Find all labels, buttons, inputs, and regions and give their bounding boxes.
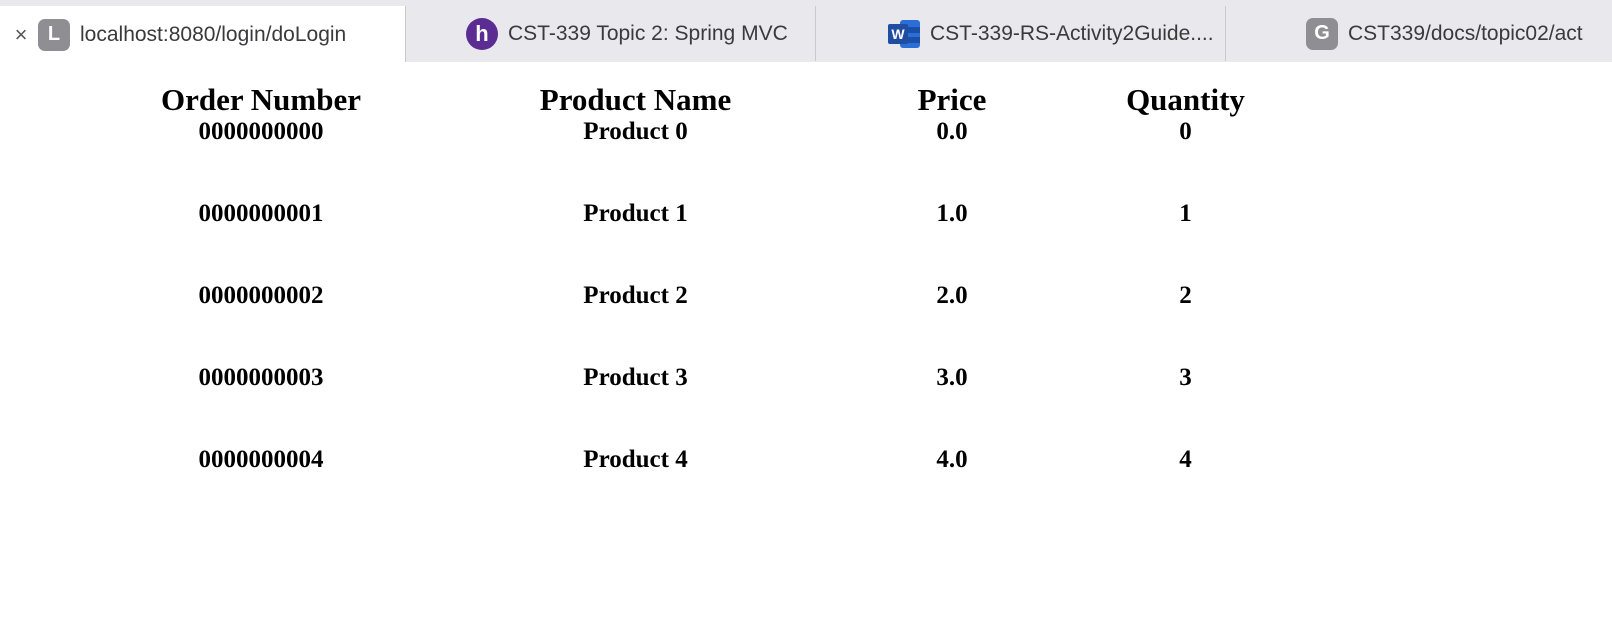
price-cell: 2.0 [936, 282, 968, 309]
quantity-cell: 0 [1179, 118, 1192, 145]
product-name-cell: Product 1 [583, 200, 688, 227]
tab-activity2-guide[interactable]: W CST-339-RS-Activity2Guide.... [816, 6, 1226, 61]
orders-table: Order Number Product Name Price Quantity… [150, 82, 1366, 528]
product-name-cell: Product 4 [583, 446, 688, 473]
header-product-name: Product Name [539, 82, 732, 117]
table-row: 0000000002 Product 2 2.0 2 [150, 282, 1366, 364]
tab-localhost-login[interactable]: × L localhost:8080/login/doLogin [0, 6, 406, 62]
tab-cst339-spring-mvc[interactable]: h CST-339 Topic 2: Spring MVC [406, 6, 816, 61]
quantity-cell: 1 [1179, 200, 1192, 227]
order-number-cell: 0000000002 [198, 282, 324, 309]
tab-cst339-docs[interactable]: G CST339/docs/topic02/act [1226, 6, 1612, 61]
price-cell: 1.0 [936, 200, 968, 227]
page-content: Order Number Product Name Price Quantity… [0, 62, 1612, 620]
table-row: 0000000004 Product 4 4.0 4 [150, 446, 1366, 528]
order-number-cell: 0000000001 [198, 200, 324, 227]
tab-title: CST-339 Topic 2: Spring MVC [508, 21, 788, 45]
tab-title: CST-339-RS-Activity2Guide.... [930, 21, 1214, 45]
table-row: 0000000003 Product 3 3.0 3 [150, 364, 1366, 446]
quantity-cell: 3 [1179, 364, 1192, 391]
product-name-cell: Product 3 [583, 364, 688, 391]
price-cell: 3.0 [936, 364, 968, 391]
header-quantity: Quantity [1126, 82, 1245, 117]
product-name-cell: Product 2 [583, 282, 688, 309]
l-favicon-icon: L [38, 18, 70, 51]
order-number-cell: 0000000003 [198, 364, 324, 391]
header-price: Price [917, 82, 987, 117]
tab-title: localhost:8080/login/doLogin [80, 22, 347, 46]
browser-tab-bar: × L localhost:8080/login/doLogin h CST-3… [0, 0, 1612, 63]
header-order-number: Order Number [160, 82, 362, 117]
g-favicon-icon: G [1306, 17, 1338, 50]
table-header-row: Order Number Product Name Price Quantity [150, 82, 1366, 118]
table-row: 0000000001 Product 1 1.0 1 [150, 200, 1366, 282]
close-tab-icon[interactable]: × [4, 22, 38, 48]
price-cell: 0.0 [936, 118, 968, 145]
quantity-cell: 4 [1179, 446, 1192, 473]
price-cell: 4.0 [936, 446, 968, 473]
quantity-cell: 2 [1179, 282, 1192, 309]
hcu-favicon-icon: h [466, 17, 498, 50]
tab-title: CST339/docs/topic02/act [1348, 21, 1583, 45]
word-document-icon: W [886, 18, 920, 50]
table-row: 0000000000 Product 0 0.0 0 [150, 118, 1366, 200]
product-name-cell: Product 0 [583, 118, 688, 145]
order-number-cell: 0000000004 [198, 446, 324, 473]
order-number-cell: 0000000000 [198, 118, 324, 145]
